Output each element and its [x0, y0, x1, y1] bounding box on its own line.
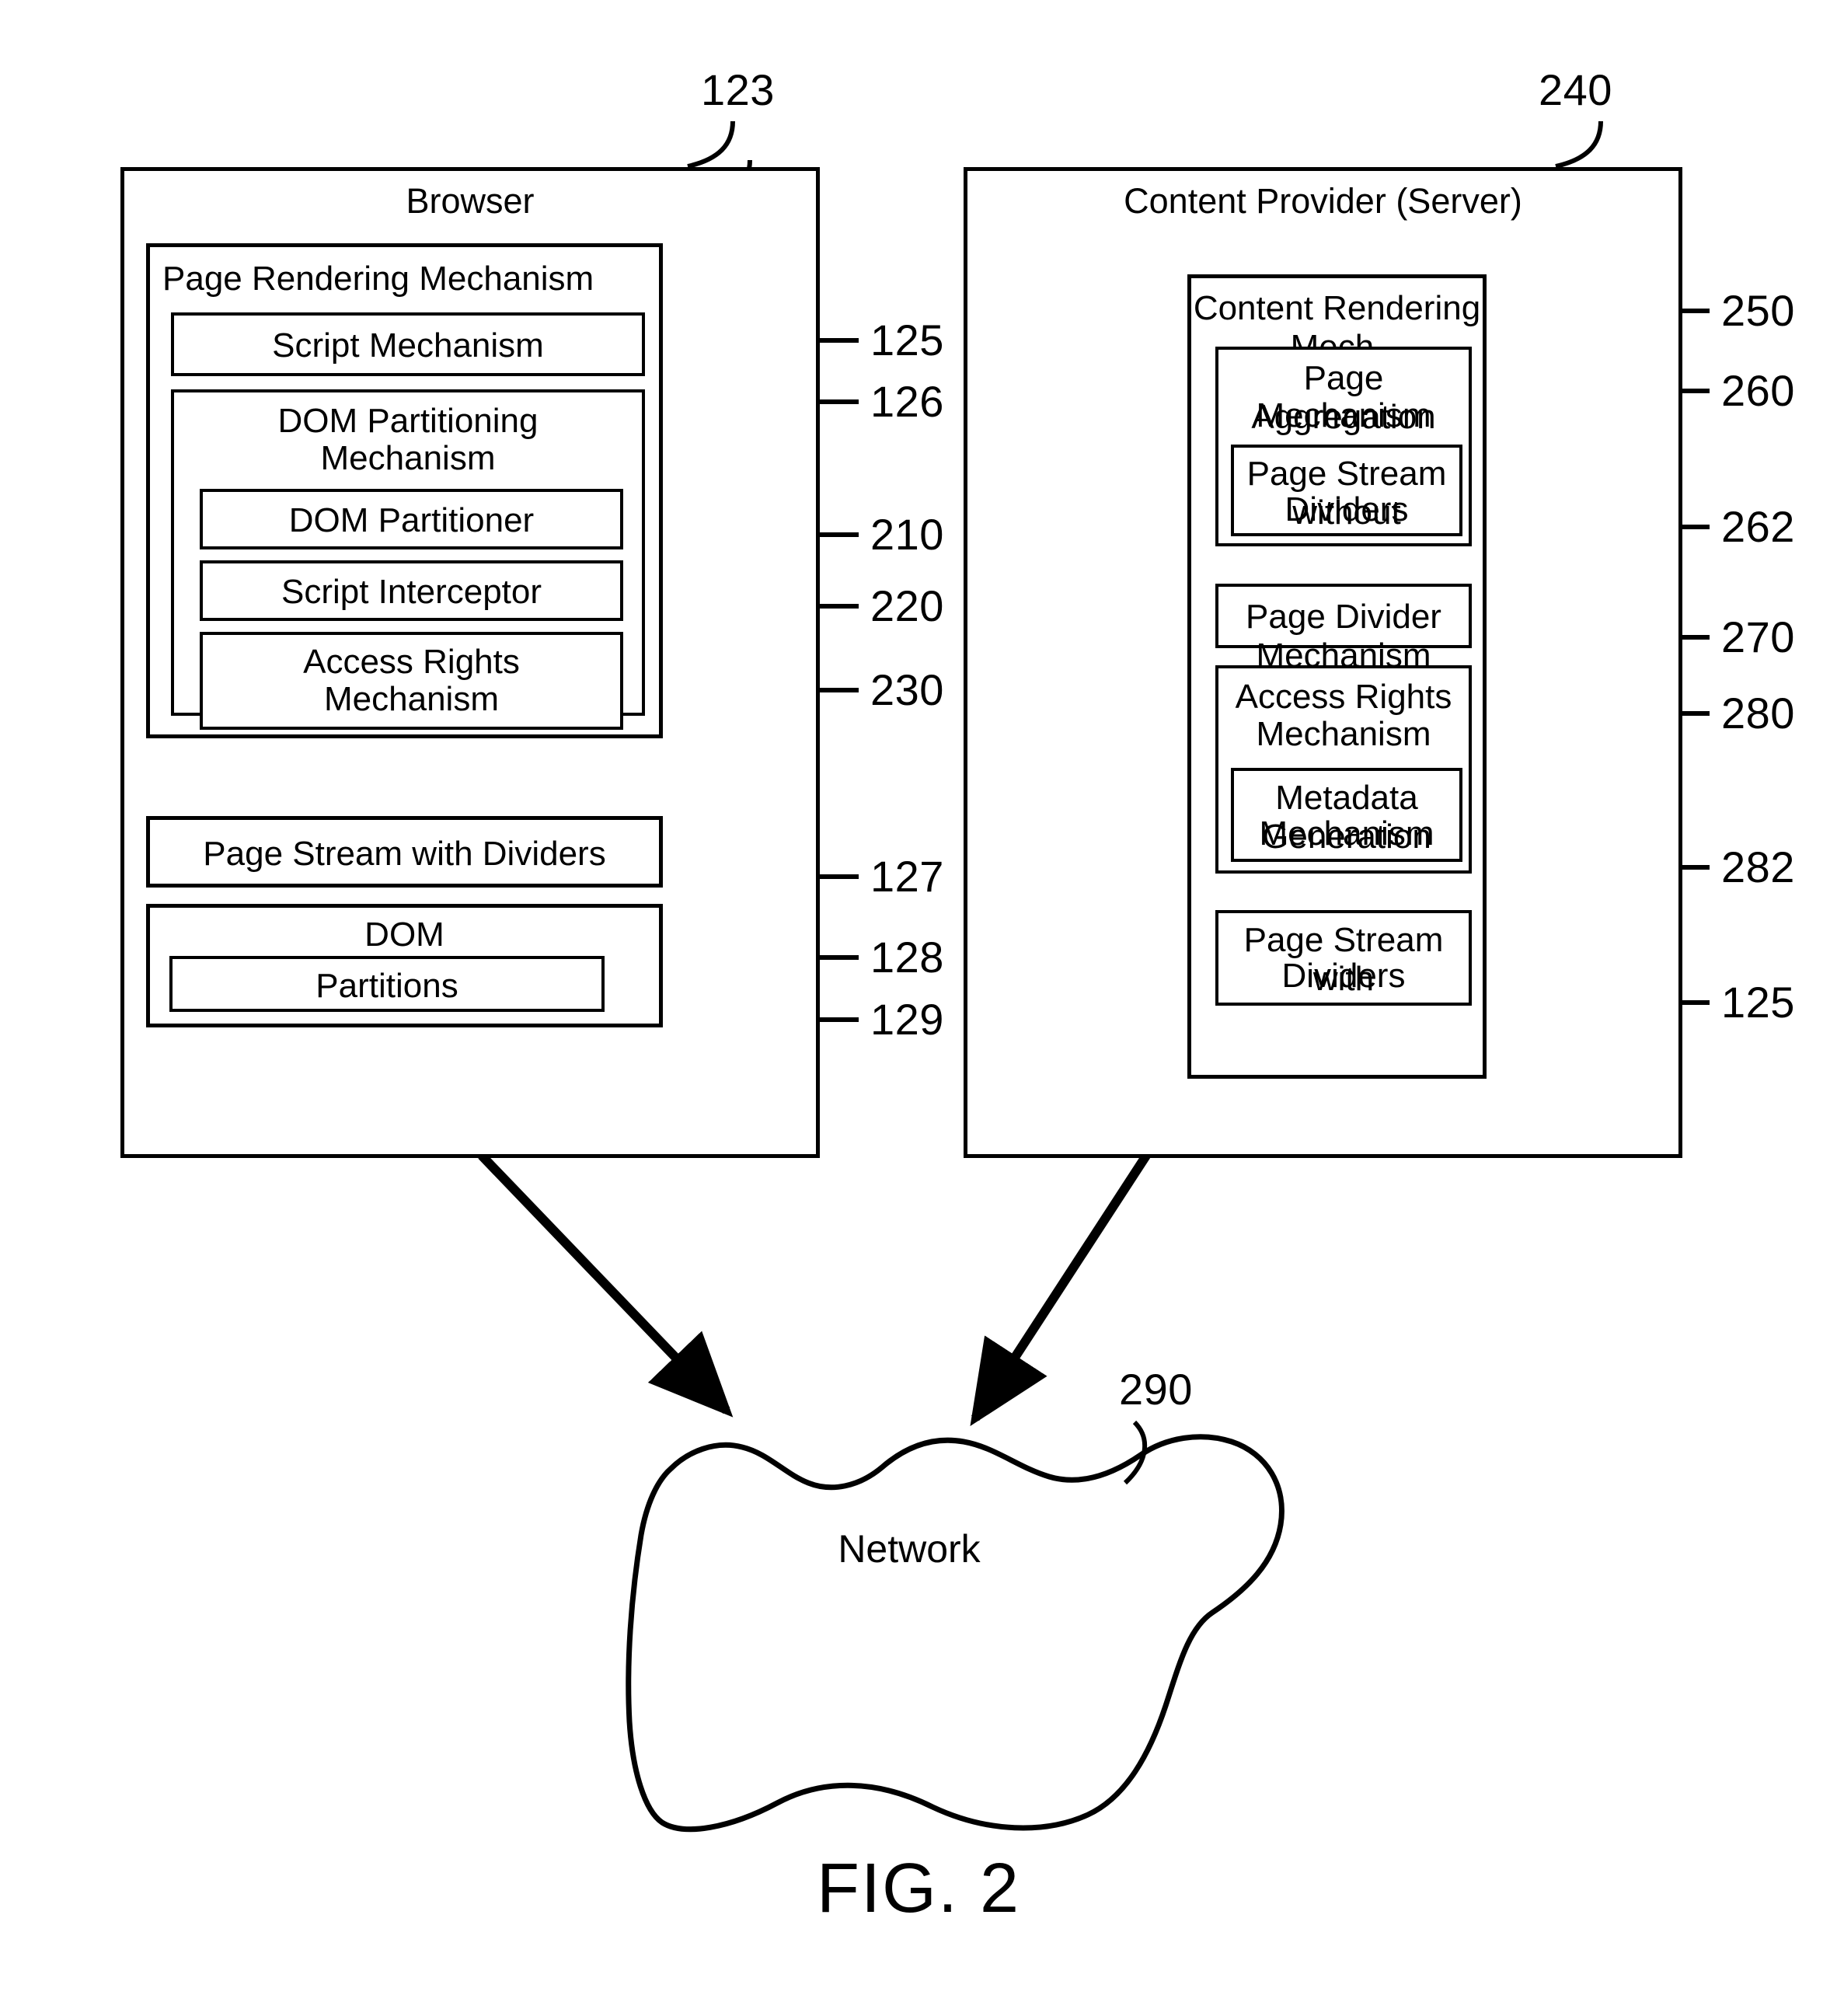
browser-system-box: Browser Page Rendering Mechanism Script …: [120, 167, 820, 1158]
dom-partitioning-mechanism-box: DOM Partitioning Mechanism DOM Partition…: [171, 389, 645, 730]
metadata-generation-mechanism-box: Metadata Generation Mechanism: [1231, 768, 1462, 862]
dom-box: DOM Partitions: [146, 904, 663, 1027]
access-rights-label-line2: Mechanism: [324, 680, 499, 718]
ref-127: 127: [870, 852, 944, 901]
access-rights-mechanism-box-server: Access Rights Mechanism Metadata Generat…: [1215, 665, 1472, 874]
ref-260: 260: [1721, 366, 1795, 415]
page-stream-with-dividers-label-browser: Page Stream with Dividers: [203, 835, 606, 873]
ref-282: 282: [1721, 842, 1795, 891]
page-aggregation-label-line2: Mechanism: [1256, 396, 1431, 434]
leader-240: [1555, 120, 1603, 169]
page-divider-mechanism-label: Page Divider Mechanism: [1246, 598, 1441, 675]
page-aggregation-mechanism-box: Page Aggregation Mechanism Page Stream w…: [1215, 347, 1472, 546]
page-stream-without-dividers-line2: Dividers: [1285, 490, 1409, 528]
ref-125-server: 125: [1721, 978, 1795, 1027]
dom-partitioning-label-line1: DOM Partitioning: [277, 402, 539, 440]
page-stream-with-dividers-box-browser: Page Stream with Dividers: [146, 816, 663, 888]
dom-partitioner-box: DOM Partitioner: [200, 489, 623, 549]
page-stream-with-dividers-box-server: Page Stream with Dividers: [1215, 910, 1472, 1006]
ref-126: 126: [870, 377, 944, 426]
page-rendering-mechanism-label: Page Rendering Mechanism: [162, 260, 594, 298]
ref-123: 123: [701, 65, 775, 114]
access-rights-mechanism-box-browser: Access Rights Mechanism: [200, 632, 623, 730]
script-interceptor-label: Script Interceptor: [281, 573, 542, 611]
dom-partitioning-label-line2: Mechanism: [320, 439, 496, 477]
dom-label: DOM: [364, 916, 444, 954]
page-rendering-mechanism-box: Page Rendering Mechanism Script Mechanis…: [146, 243, 663, 738]
ref-125: 125: [870, 316, 944, 364]
ref-230: 230: [870, 665, 944, 714]
ref-280: 280: [1721, 689, 1795, 738]
access-rights-server-line1: Access Rights: [1235, 678, 1452, 716]
figure-canvas: 123 240 124 125 126 210 220 230 127 128 …: [0, 0, 1837, 2016]
script-mechanism-label: Script Mechanism: [272, 326, 544, 364]
page-stream-with-dividers-server-line2: Dividers: [1281, 957, 1406, 995]
browser-title: Browser: [406, 181, 535, 221]
ref-240: 240: [1539, 65, 1612, 114]
figure-caption: FIG. 2: [816, 1850, 1021, 1927]
partitions-label: Partitions: [315, 967, 458, 1005]
leader-123: [687, 120, 735, 169]
script-mechanism-box: Script Mechanism: [171, 312, 645, 376]
access-rights-label-line1: Access Rights: [303, 643, 520, 681]
ref-290: 290: [1119, 1365, 1193, 1414]
ref-220: 220: [870, 581, 944, 630]
page-divider-mechanism-box: Page Divider Mechanism: [1215, 584, 1472, 675]
ref-128: 128: [870, 933, 944, 982]
arrow-browser-network: [403, 1076, 734, 1418]
ref-270: 270: [1721, 612, 1795, 661]
access-rights-server-line2: Mechanism: [1256, 715, 1431, 753]
ref-262: 262: [1721, 502, 1795, 551]
content-provider-title: Content Provider (Server): [1124, 181, 1522, 221]
leader-290: [1123, 1420, 1148, 1485]
network-label: Network: [838, 1527, 981, 1571]
ref-129: 129: [870, 995, 944, 1044]
metadata-generation-line2: Mechanism: [1259, 814, 1434, 853]
ref-210: 210: [870, 510, 944, 559]
content-rendering-mechanism-box: Content Rendering Mech. Page Aggregation…: [1187, 274, 1487, 1079]
ref-250: 250: [1721, 286, 1795, 335]
page-stream-without-dividers-box: Page Stream without Dividers: [1231, 445, 1462, 536]
partitions-box: Partitions: [169, 956, 605, 1012]
script-interceptor-box: Script Interceptor: [200, 560, 623, 621]
network-cloud: [626, 1434, 1285, 1833]
dom-partitioner-label: DOM Partitioner: [288, 501, 535, 539]
